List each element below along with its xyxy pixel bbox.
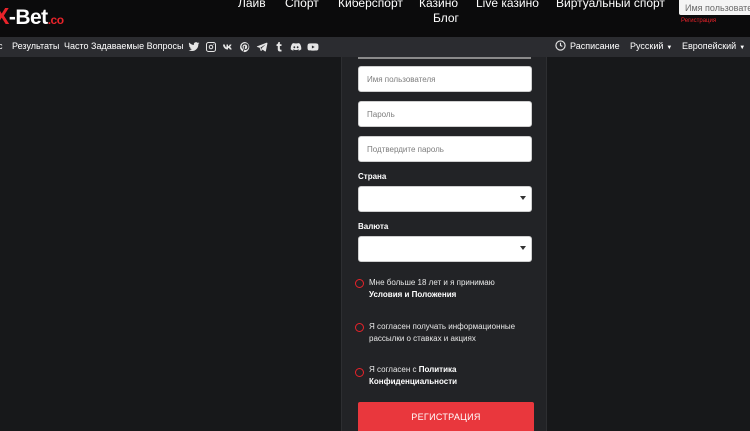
tumblr-icon[interactable] (272, 40, 285, 53)
age-consent-text: Мне больше 18 лет и я принимаю Условия и… (369, 277, 535, 301)
nav-blog[interactable]: Блог (433, 11, 459, 25)
top-navbar: X-Bet.co Лайв Спорт Киберспорт Казино Бл… (0, 0, 750, 37)
nav-live-casino[interactable]: Live казино (476, 0, 539, 10)
country-label: Страна (358, 172, 387, 181)
logo-suffix: .co (47, 13, 64, 27)
privacy-consent-text: Я согласен с Политика Конфиденциальности (369, 364, 535, 388)
chevron-down-icon: ▼ (739, 45, 746, 51)
logo-name: -Bet (8, 6, 48, 29)
subnav-faq[interactable]: Часто Задаваемые Вопросы (64, 41, 183, 52)
schedule-label: Расписание (570, 40, 620, 51)
telegram-icon[interactable] (255, 40, 268, 53)
nav-casino[interactable]: Казино (419, 0, 458, 10)
register-link[interactable]: Регистрация (681, 18, 716, 24)
subnav-results[interactable]: Результаты (12, 41, 59, 52)
subnav-partial-link[interactable]: с (0, 41, 3, 52)
language-label: Русский (630, 41, 664, 51)
nav-virtual-sport[interactable]: Виртуальный спорт (556, 0, 665, 10)
language-dropdown[interactable]: Русский ▼ (630, 41, 672, 51)
instagram-icon[interactable] (204, 40, 217, 53)
nav-live[interactable]: Лайв (238, 0, 266, 10)
age-consent-radio[interactable] (355, 279, 364, 288)
register-button[interactable]: РЕГИСТРАЦИЯ (358, 402, 534, 431)
odds-format-label: Европейский (682, 41, 737, 51)
currency-select[interactable] (358, 236, 532, 262)
schedule-icon (555, 40, 566, 51)
privacy-consent-radio[interactable] (355, 368, 364, 377)
social-links (187, 40, 319, 54)
twitter-icon[interactable] (187, 40, 200, 53)
chevron-down-icon: ▼ (666, 45, 673, 51)
brand-logo[interactable]: X-Bet.co (0, 3, 64, 29)
confirm-password-field[interactable] (358, 136, 532, 162)
youtube-icon[interactable] (306, 40, 319, 53)
chevron-down-icon (520, 196, 526, 200)
terms-link[interactable]: Условия и Положения (369, 290, 456, 299)
secondary-navbar: с Результаты Часто Задаваемые Вопросы Ра… (0, 37, 750, 57)
age-consent-label: Мне больше 18 лет и я принимаю (369, 278, 495, 287)
vk-icon[interactable] (221, 40, 234, 53)
odds-format-dropdown[interactable]: Европейский ▼ (682, 41, 745, 51)
username-field[interactable] (358, 66, 532, 92)
nav-sport[interactable]: Спорт (285, 0, 319, 10)
registration-form: Страна Валюта Мне больше 18 лет и я прин… (341, 57, 547, 431)
newsletter-consent-text: Я согласен получать информационные рассы… (369, 322, 516, 343)
nav-esport[interactable]: Киберспорт (338, 0, 403, 10)
password-field[interactable] (358, 101, 532, 127)
country-select[interactable] (358, 186, 532, 212)
discord-icon[interactable] (289, 40, 302, 53)
login-username-input[interactable] (679, 0, 750, 15)
previous-field-edge (358, 57, 531, 59)
currency-label: Валюта (358, 222, 389, 231)
newsletter-consent-radio[interactable] (355, 323, 364, 332)
privacy-consent-label: Я согласен с (369, 365, 417, 374)
pinterest-icon[interactable] (238, 40, 251, 53)
schedule-link[interactable]: Расписание (555, 40, 620, 51)
chevron-down-icon (520, 246, 526, 250)
logo-x: X (0, 3, 9, 29)
